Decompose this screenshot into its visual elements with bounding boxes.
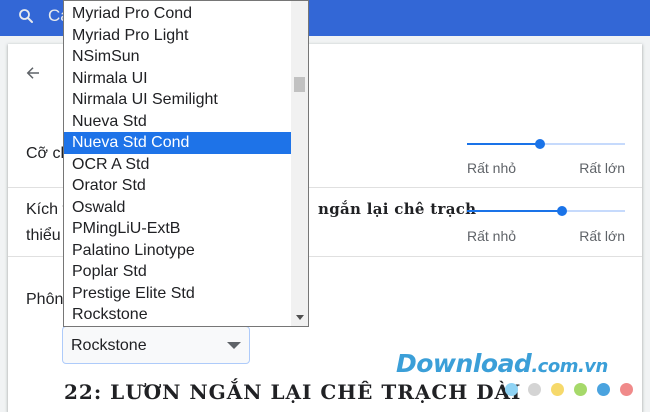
min-font-size-min-label: Rất nhỏ xyxy=(467,228,517,244)
font-option[interactable]: Palatino Linotype xyxy=(64,240,292,262)
watermark-dot xyxy=(551,383,564,396)
font-size-slider-knob[interactable] xyxy=(535,139,545,149)
min-font-size-label: Kích t xyxy=(26,201,67,218)
watermark-dot xyxy=(528,383,541,396)
font-option[interactable]: Nirmala UI Semilight xyxy=(64,89,292,111)
watermark-text: Download xyxy=(396,349,532,378)
font-label: Phôn xyxy=(26,291,64,308)
font-option[interactable]: Prestige Elite Std xyxy=(64,283,292,305)
font-select-value: Rockstone xyxy=(71,337,147,354)
font-option[interactable]: Myriad Pro Cond xyxy=(64,3,292,25)
font-preview-text: 22: LƯƠN NGẮN LẠI CHÊ TRẠCH DÀI xyxy=(64,380,522,404)
font-option[interactable]: Orator Std xyxy=(64,175,292,197)
back-arrow-icon[interactable] xyxy=(24,64,42,82)
scroll-down-arrow-icon[interactable] xyxy=(296,315,304,320)
font-option[interactable]: Nueva Std xyxy=(64,111,292,133)
min-font-size-max-label: Rất lớn xyxy=(579,228,625,244)
scrollbar-thumb[interactable] xyxy=(294,77,305,92)
min-font-preview-text: ngắn lại chê trạch xyxy=(318,200,477,218)
font-option[interactable]: Nueva Std Cond xyxy=(64,132,292,154)
min-font-size-slider-knob[interactable] xyxy=(557,206,567,216)
font-option[interactable]: Poplar Std xyxy=(64,261,292,283)
font-size-min-label: Rất nhỏ xyxy=(467,160,517,176)
watermark-dot xyxy=(620,383,633,396)
font-option[interactable]: NSimSun xyxy=(64,46,292,68)
font-option[interactable]: OCR A Std xyxy=(64,154,292,176)
min-font-size-label-line2: thiểu xyxy=(26,227,61,244)
font-option[interactable]: Nirmala UI xyxy=(64,68,292,90)
search-icon[interactable] xyxy=(17,7,35,25)
font-option[interactable]: Rockstone xyxy=(64,304,292,326)
download-watermark-logo: Download.com.vn xyxy=(396,349,608,378)
font-option[interactable]: Myriad Pro Light xyxy=(64,25,292,47)
dropdown-scrollbar[interactable] xyxy=(291,1,308,326)
font-size-max-label: Rất lớn xyxy=(579,160,625,176)
watermark-dot xyxy=(597,383,610,396)
min-font-size-slider[interactable] xyxy=(467,203,625,219)
font-select[interactable]: Rockstone xyxy=(62,326,250,364)
watermark-dot xyxy=(574,383,587,396)
watermark-domain: .com.vn xyxy=(531,356,608,377)
font-option[interactable]: PMingLiU-ExtB xyxy=(64,218,292,240)
font-option[interactable]: Oswald xyxy=(64,197,292,219)
font-dropdown-list[interactable]: Rockstone Prestige Elite Std Poplar Std Pal… xyxy=(63,0,309,327)
font-size-slider[interactable] xyxy=(467,136,625,152)
watermark-dot xyxy=(505,383,518,396)
chevron-down-icon xyxy=(227,342,241,349)
